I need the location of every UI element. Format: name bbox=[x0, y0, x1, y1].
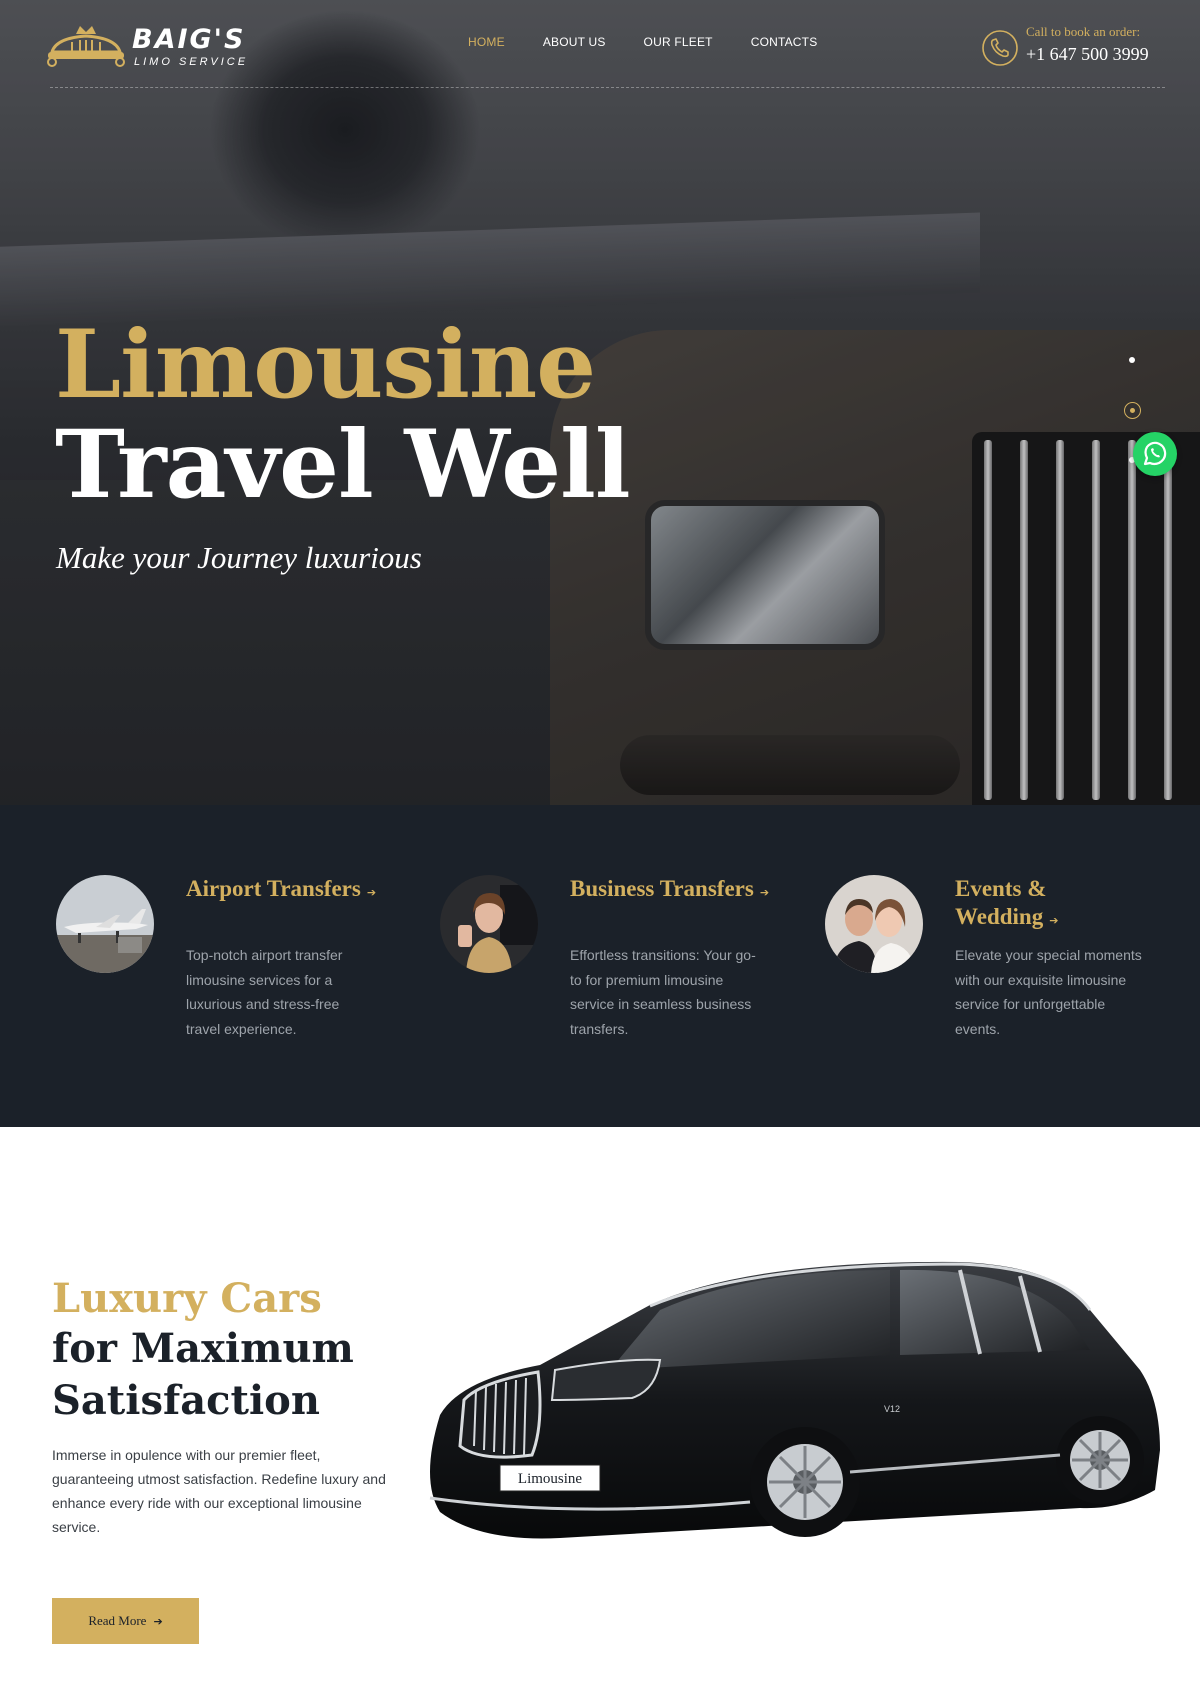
businesswoman-photo bbox=[440, 875, 538, 973]
service-title[interactable]: Events & Wedding ➔ bbox=[955, 875, 1155, 935]
service-airport: Airport Transfers ➔ Top-notch airport tra… bbox=[56, 875, 416, 1095]
luxury-description: Immerse in opulence with our premier fle… bbox=[52, 1447, 386, 1535]
service-description: Elevate your special moments with our ex… bbox=[955, 947, 1142, 1037]
airplane-photo bbox=[56, 875, 154, 973]
hero-title-line2: Travel Well bbox=[55, 410, 631, 520]
logo-subtitle: LIMO SERVICE bbox=[134, 56, 249, 68]
arrow-right-icon: ➔ bbox=[759, 886, 770, 899]
service-title[interactable]: Business Transfers ➔ bbox=[570, 875, 770, 907]
service-description: Effortless transitions: Your go-to for p… bbox=[570, 947, 756, 1037]
arrow-right-icon: ➔ bbox=[153, 1614, 163, 1628]
business-service-image[interactable] bbox=[440, 875, 538, 973]
v12-badge: V12 bbox=[884, 1404, 900, 1414]
phone-icon bbox=[982, 30, 1018, 66]
nav-contacts[interactable]: CONTACTS bbox=[751, 35, 818, 49]
airport-service-image[interactable] bbox=[56, 875, 154, 973]
whatsapp-button[interactable] bbox=[1133, 432, 1177, 476]
header-divider bbox=[50, 87, 1165, 88]
logo[interactable]: BAIG'S LIMO SERVICE bbox=[46, 20, 256, 70]
site-header: BAIG'S LIMO SERVICE HOME ABOUT US OUR FL… bbox=[0, 0, 1200, 90]
slider-dot-1[interactable] bbox=[1129, 357, 1135, 363]
crown-car-logo-icon bbox=[47, 26, 125, 67]
call-phone-number[interactable]: +1 647 500 3999 bbox=[1026, 44, 1149, 65]
nav-home[interactable]: HOME bbox=[468, 35, 505, 49]
read-more-button[interactable]: Read More ➔ bbox=[52, 1598, 199, 1644]
main-nav: HOME ABOUT US OUR FLEET CONTACTS bbox=[468, 35, 817, 49]
services-section: Airport Transfers ➔ Top-notch airport tra… bbox=[0, 805, 1200, 1127]
service-business: Business Transfers ➔ Effortless transitio… bbox=[440, 875, 800, 1095]
luxury-title-line3: Satisfaction bbox=[52, 1377, 320, 1424]
nav-about-us[interactable]: ABOUT US bbox=[543, 35, 606, 49]
call-to-book[interactable]: Call to book an order: +1 647 500 3999 bbox=[980, 22, 1170, 68]
nav-our-fleet[interactable]: OUR FLEET bbox=[644, 35, 713, 49]
whatsapp-icon bbox=[1143, 441, 1167, 466]
license-plate-text: Limousine bbox=[518, 1471, 583, 1487]
slider-dot-2-active[interactable] bbox=[1124, 402, 1141, 419]
logo-title: BAIG'S bbox=[132, 24, 246, 55]
arrow-right-icon: ➔ bbox=[366, 886, 377, 899]
hero-tagline: Make your Journey luxurious bbox=[56, 540, 422, 575]
arrow-right-icon: ➔ bbox=[1049, 914, 1059, 927]
call-label: Call to book an order: bbox=[1026, 24, 1141, 39]
limousine-car-image: Limousine V12 bbox=[429, 1261, 1160, 1539]
hero-banner: BAIG'S LIMO SERVICE HOME ABOUT US OUR FL… bbox=[0, 0, 1200, 805]
luxury-title-line2: for Maximum bbox=[52, 1325, 354, 1372]
luxury-title-line1: Luxury Cars bbox=[52, 1275, 322, 1322]
service-events-wedding: Events & Wedding ➔ Elevate your special m… bbox=[825, 875, 1185, 1095]
service-title[interactable]: Airport Transfers ➔ bbox=[186, 875, 386, 907]
hero-title-line1: Limousine bbox=[55, 310, 596, 420]
service-description: Top-notch airport transfer limousine ser… bbox=[186, 947, 343, 1037]
wedding-service-image[interactable] bbox=[825, 875, 923, 973]
read-more-label: Read More bbox=[88, 1613, 147, 1628]
wedding-couple-photo bbox=[825, 875, 923, 973]
